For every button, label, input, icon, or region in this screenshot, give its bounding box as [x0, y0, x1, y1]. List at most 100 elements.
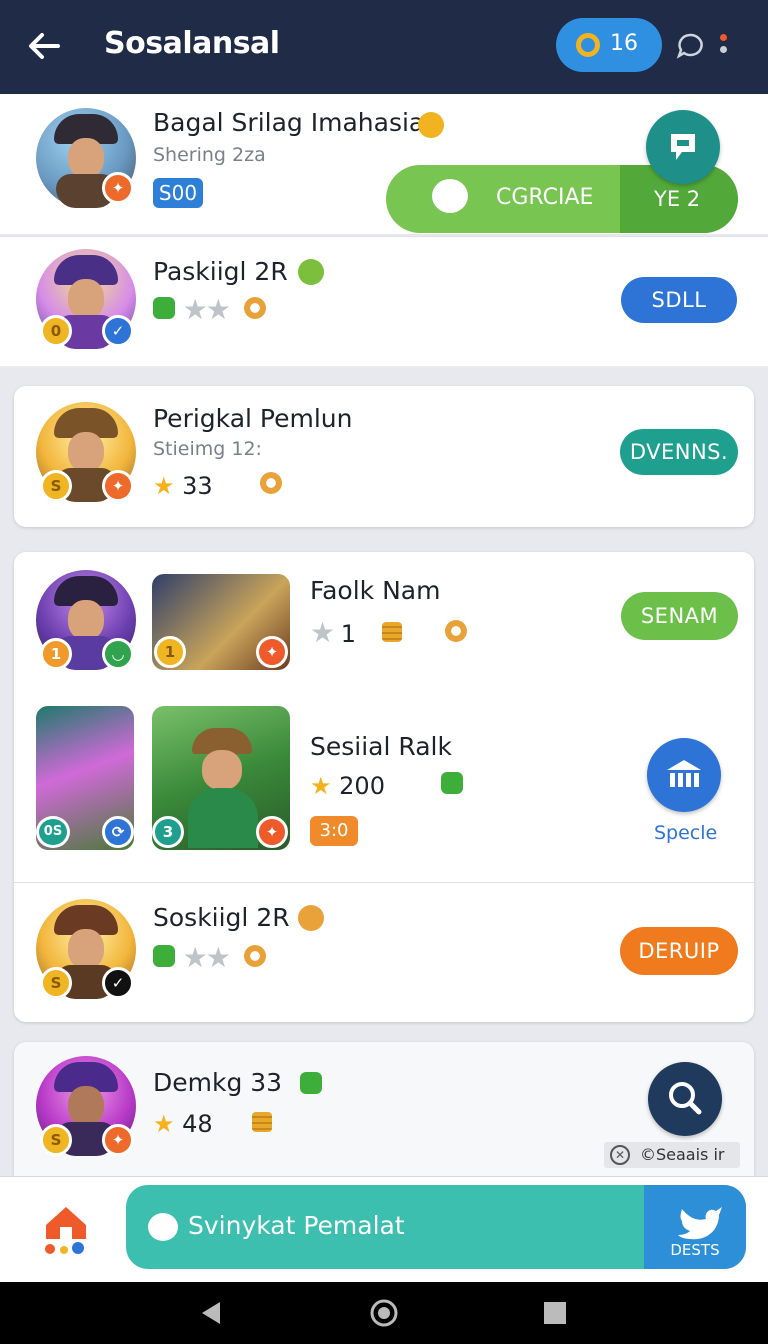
star-icon: ★★ — [182, 941, 231, 974]
gear-icon — [260, 472, 283, 494]
list-item[interactable]: 0S ⟳ 3 ✦ Sesiial Ralk ★ 200 3:0 Specle — [14, 702, 754, 882]
level-badge: 0S — [36, 816, 70, 848]
character-art: 1 ✦ — [152, 574, 290, 670]
row-subtitle: Shering 2za — [153, 144, 266, 166]
star-icon: ★★ — [182, 293, 231, 326]
list-item[interactable]: S ✦ Demkg 33 ★ 48 ✕ ©Seaais ir — [14, 1042, 754, 1176]
nav-back-icon[interactable] — [196, 1298, 226, 1328]
rating: ★ 200 — [310, 772, 463, 800]
row-title: Demkg 33 — [153, 1068, 283, 1097]
check-badge: ✓ — [102, 967, 134, 999]
share-button[interactable]: DESTS — [644, 1185, 746, 1269]
character-art: 3 ✦ — [152, 706, 290, 850]
coins-icon — [252, 1112, 273, 1132]
tag-badge: 3:0 — [310, 816, 358, 846]
row-action-button[interactable]: DVENNS. — [620, 429, 738, 475]
message-fab[interactable] — [646, 110, 720, 184]
coin-icon — [418, 112, 444, 138]
nav-home-icon[interactable] — [367, 1296, 401, 1330]
top-app-bar: Sosalansal 16 — [0, 0, 768, 94]
status-badge: ⟳ — [102, 816, 134, 848]
row-action-button[interactable]: SENAM — [621, 592, 738, 640]
chat-input-label: Svinykat Pemalat — [188, 1211, 405, 1240]
coins-icon — [381, 622, 402, 642]
avatar: S ✦ — [36, 402, 136, 502]
level-badge: S — [40, 967, 72, 999]
overflow-menu-icon[interactable] — [720, 34, 727, 58]
coin-count: 16 — [610, 31, 638, 56]
status-badge: ✦ — [256, 636, 288, 668]
row-subtitle: Stieimg 12: — [153, 438, 262, 460]
avatar: S ✓ — [36, 899, 136, 999]
gem-icon — [300, 1072, 322, 1094]
bank-icon — [667, 760, 701, 787]
close-circle-icon: ✕ — [610, 1145, 630, 1165]
level-badge: 1 — [154, 636, 186, 668]
row-title: Perigkal Pemlun — [153, 404, 353, 433]
coin-balance-pill[interactable]: 16 — [556, 18, 662, 72]
rating-value: 200 — [339, 772, 385, 800]
star-icon: ★ — [310, 772, 332, 800]
gear-icon — [445, 620, 468, 642]
gear-icon — [244, 297, 267, 319]
chat-input-bar[interactable]: Svinykat Pemalat DESTS — [126, 1185, 746, 1269]
search-hint[interactable]: ✕ ©Seaais ir — [604, 1142, 740, 1168]
ball-icon — [298, 259, 324, 285]
status-badge: ✦ — [256, 816, 288, 848]
back-arrow-icon[interactable] — [24, 26, 64, 66]
list-item[interactable]: 0 ✓ Paskiigl 2R ★★ SDLL — [0, 236, 768, 366]
home-button[interactable] — [38, 1199, 94, 1259]
star-icon: ★ — [310, 616, 335, 649]
avatar: S ✦ — [36, 1056, 136, 1156]
home-icon — [45, 1207, 86, 1254]
row-action-button[interactable]: DERUIP — [620, 927, 738, 975]
avatar: 0 ✓ — [36, 249, 136, 349]
search-button[interactable] — [648, 1062, 722, 1136]
level-badge: 1 — [40, 638, 72, 670]
chat-icon — [432, 179, 468, 213]
rating-stars: ★★ — [153, 293, 267, 326]
share-label: DESTS — [670, 1241, 720, 1259]
rating-stars: ★★ — [153, 941, 267, 974]
page-title: Sosalansal — [104, 26, 280, 61]
list-item[interactable]: 1 ◡ 1 ✦ Faolk Nam ★ 1 SENAM — [14, 552, 754, 702]
row-title: Bagal Srilag Imahasia — [153, 108, 425, 137]
status-badge: ◡ — [102, 638, 134, 670]
row-title: Sesiial Ralk — [310, 732, 452, 761]
rating: ★ 33 — [153, 472, 283, 500]
group-card: 1 ◡ 1 ✦ Faolk Nam ★ 1 SENAM 0S ⟳ 3 ✦ Ses… — [14, 552, 754, 1022]
tag-badge: S00 — [153, 178, 203, 208]
flag-message-icon — [671, 134, 695, 160]
level-badge: 0 — [40, 315, 72, 347]
nav-recents-icon[interactable] — [540, 1298, 570, 1328]
character-art: 0S ⟳ — [36, 706, 134, 850]
rating-value: 48 — [182, 1110, 213, 1138]
verified-badge: ✓ — [102, 315, 134, 347]
gem-icon — [153, 945, 175, 967]
shop-label[interactable]: Specle — [654, 822, 717, 844]
avatar: ✦ — [36, 108, 136, 208]
list-item[interactable]: S ✦ Perigkal Pemlun Stieimg 12: ★ 33 DVE… — [14, 386, 754, 527]
row-action-button[interactable]: SDLL — [621, 277, 737, 323]
level-badge: S — [40, 1124, 72, 1156]
gem-icon — [440, 772, 463, 794]
gem-icon — [153, 297, 175, 319]
chat-bubble-icon — [148, 1213, 178, 1241]
action-pill-label: CGRCIAE — [496, 185, 594, 210]
status-badge: ✦ — [102, 172, 134, 204]
rating-value: 33 — [182, 472, 213, 500]
system-navigation-bar — [0, 1282, 768, 1344]
status-badge: ✦ — [102, 470, 134, 502]
chat-bubble-icon[interactable] — [676, 32, 704, 60]
shop-button[interactable] — [647, 738, 721, 812]
star-icon: ★ — [153, 472, 175, 500]
rating-value: 1 — [340, 620, 357, 648]
list-item[interactable]: S ✓ Soskiigl 2R ★★ DERUIP — [14, 883, 754, 1022]
bottom-bar: Svinykat Pemalat DESTS — [0, 1176, 768, 1282]
rating: ★ 48 — [153, 1110, 273, 1138]
star-icon: ★ — [153, 1110, 175, 1138]
row-title: Paskiigl 2R — [153, 257, 288, 286]
coin-icon — [576, 33, 600, 57]
gear-icon — [244, 945, 267, 967]
level-badge: 3 — [152, 816, 184, 848]
